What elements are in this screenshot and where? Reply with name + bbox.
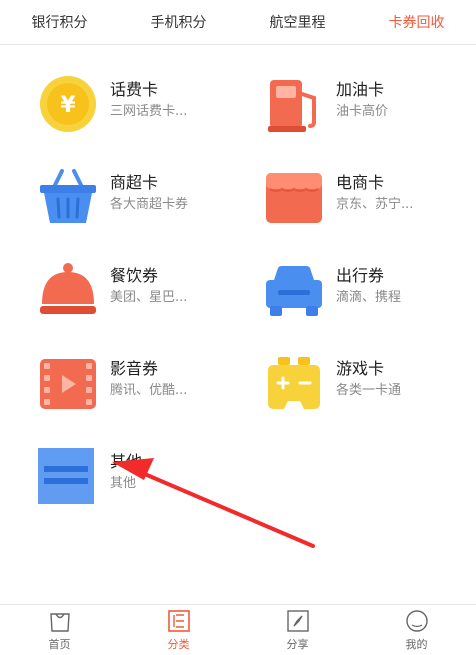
storefront-icon bbox=[266, 173, 322, 223]
food-cloche-icon bbox=[40, 263, 96, 314]
card-subtitle: 滴滴、携程 bbox=[336, 290, 402, 305]
card-video-audio[interactable]: 影音券 腾讯、优酷... bbox=[38, 353, 248, 433]
card-title: 餐饮券 bbox=[110, 266, 159, 285]
nav-label: 我的 bbox=[405, 638, 428, 651]
card-title: 加油卡 bbox=[336, 80, 385, 99]
nav-label: 首页 bbox=[48, 638, 71, 651]
card-title: 游戏卡 bbox=[336, 359, 385, 378]
nav-profile[interactable]: 我的 bbox=[357, 605, 476, 655]
bottom-nav: 首页 分类 分享 我的 bbox=[0, 604, 476, 655]
card-dining[interactable]: 餐饮券 美团、星巴... bbox=[38, 260, 248, 340]
card-ecommerce[interactable]: 电商卡 京东、苏宁... bbox=[264, 167, 474, 247]
fuel-pump-icon bbox=[268, 80, 316, 132]
nav-label: 分享 bbox=[286, 638, 309, 651]
card-subtitle: 京东、苏宁... bbox=[336, 197, 414, 212]
card-phone-credit[interactable]: ¥ 话费卡 三网话费卡... bbox=[38, 74, 248, 154]
card-subtitle: 腾讯、优酷... bbox=[110, 383, 188, 398]
card-title: 电商卡 bbox=[336, 173, 385, 192]
card-title: 商超卡 bbox=[110, 173, 159, 192]
card-title: 其他 bbox=[110, 452, 143, 471]
other-card-icon bbox=[38, 448, 94, 504]
tab-bank-points[interactable]: 银行积分 bbox=[0, 0, 119, 44]
card-subtitle: 各大商超卡券 bbox=[110, 197, 189, 212]
card-title: 影音券 bbox=[110, 359, 159, 378]
card-subtitle: 其他 bbox=[110, 476, 137, 491]
card-other[interactable]: 其他 其他 bbox=[38, 446, 248, 526]
card-fuel[interactable]: 加油卡 油卡高价 bbox=[264, 74, 474, 154]
tab-airline-miles[interactable]: 航空里程 bbox=[238, 0, 357, 44]
card-title: 出行券 bbox=[336, 266, 385, 285]
profile-circle-icon bbox=[405, 610, 428, 632]
bag-icon bbox=[49, 613, 70, 632]
nav-category[interactable]: 分类 bbox=[119, 605, 238, 655]
tab-card-recycle[interactable]: 卡券回收 bbox=[357, 0, 476, 44]
card-subtitle: 三网话费卡... bbox=[110, 104, 188, 119]
compass-share-icon bbox=[286, 610, 309, 632]
card-subtitle: 各类一卡通 bbox=[336, 383, 402, 398]
card-title: 话费卡 bbox=[110, 80, 159, 99]
top-tab-bar: 银行积分 手机积分 航空里程 卡券回收 bbox=[0, 0, 476, 45]
video-film-icon bbox=[40, 359, 96, 409]
card-subtitle: 美团、星巴... bbox=[110, 290, 188, 305]
card-category-grid: ¥ 话费卡 三网话费卡... 加油卡 油卡高价 商超卡 各大商超卡券 电商卡 京… bbox=[0, 44, 476, 604]
card-travel[interactable]: 出行券 滴滴、携程 bbox=[264, 260, 474, 340]
nav-home[interactable]: 首页 bbox=[0, 605, 119, 655]
tab-phone-points[interactable]: 手机积分 bbox=[119, 0, 238, 44]
card-supermarket[interactable]: 商超卡 各大商超卡券 bbox=[38, 167, 248, 247]
coin-yen-icon: ¥ bbox=[40, 76, 96, 132]
gamepad-icon bbox=[268, 357, 320, 409]
category-icon bbox=[167, 610, 190, 632]
card-game[interactable]: 游戏卡 各类一卡通 bbox=[264, 353, 474, 433]
svg-text:¥: ¥ bbox=[60, 93, 76, 118]
nav-label: 分类 bbox=[167, 638, 190, 651]
car-icon bbox=[266, 266, 322, 316]
nav-share[interactable]: 分享 bbox=[238, 605, 357, 655]
shopping-basket-icon bbox=[40, 169, 96, 223]
card-subtitle: 油卡高价 bbox=[336, 104, 389, 119]
